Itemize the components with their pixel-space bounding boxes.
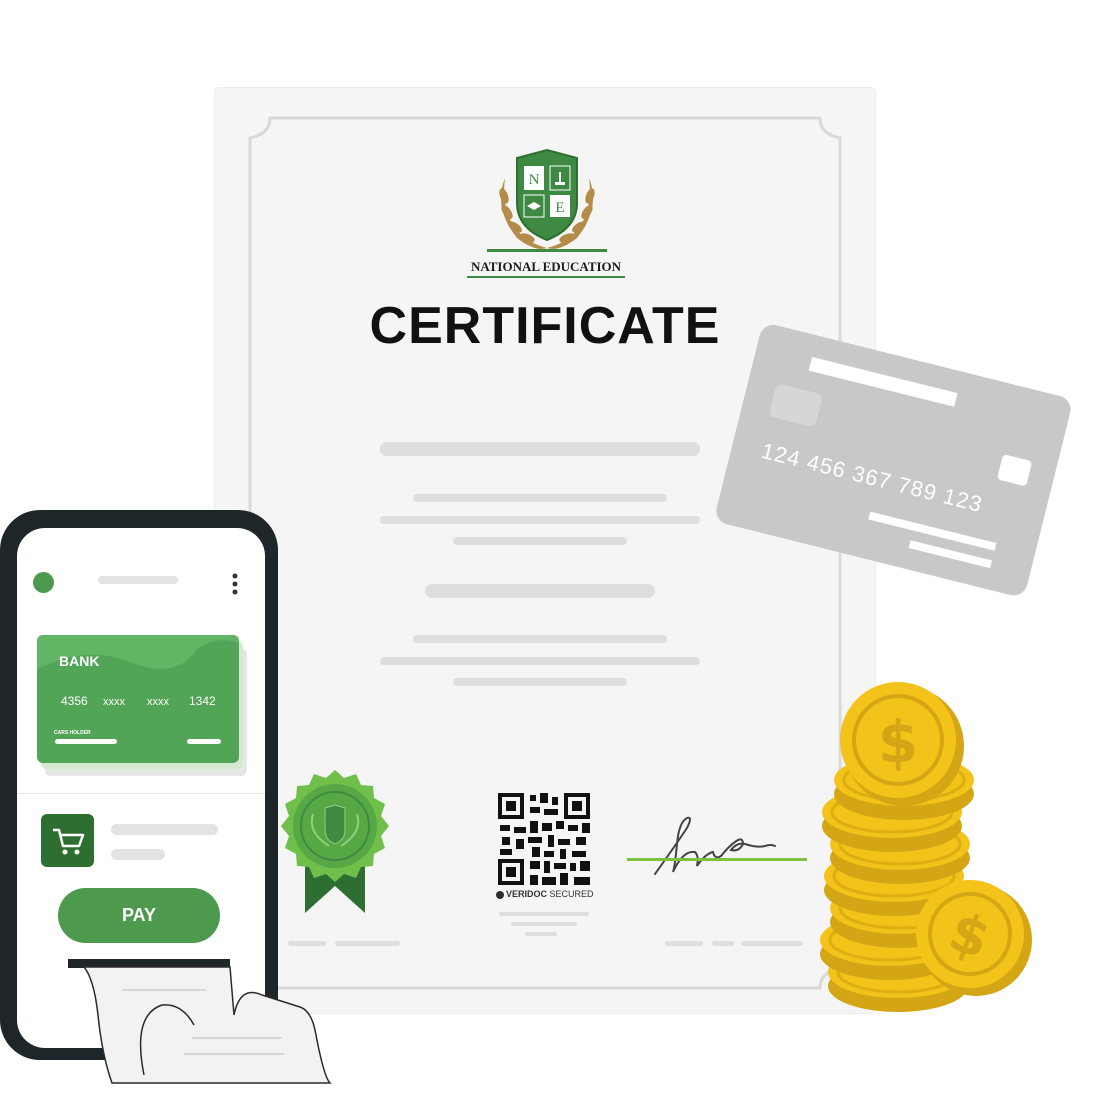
bank-name: BANK: [59, 653, 100, 669]
card-number-group: xxxx: [147, 696, 169, 708]
national-education-logo: N E: [487, 148, 607, 252]
logo-underline: [467, 276, 625, 278]
text-line: [413, 494, 667, 502]
svg-text:$: $: [878, 708, 918, 776]
award-rosette-icon: [281, 770, 389, 913]
qr-code-icon: [498, 793, 590, 885]
text-line: [665, 941, 703, 946]
bank-card[interactable]: BANK 4356 xxxx xxxx 1342 CARS HOLDER: [37, 635, 239, 763]
more-vertical-icon[interactable]: [227, 568, 247, 598]
pay-button[interactable]: PAY: [58, 888, 220, 943]
text-line: [288, 941, 326, 946]
card-line: [55, 739, 117, 744]
qr-caption-light: SECURED: [549, 889, 594, 899]
qr-caption-bold: VERIDOC: [506, 889, 548, 899]
veridoc-badge-icon: [496, 890, 504, 899]
receipt: [68, 959, 332, 1084]
header-placeholder: [98, 576, 178, 584]
item-placeholder: [111, 824, 218, 835]
card-holder-label: CARS HOLDER: [54, 730, 91, 736]
card-chip-icon: [768, 383, 824, 428]
qr-caption: VERIDOC SECURED: [496, 889, 596, 899]
text-line: [511, 922, 577, 926]
text-line: [525, 932, 557, 936]
text-line: [380, 516, 700, 524]
shopping-cart-icon: [53, 828, 85, 855]
coin-stack: $ $: [818, 682, 1032, 1014]
app-status-dot: [33, 572, 54, 593]
signature-icon: [627, 816, 807, 875]
card-logo-square: [996, 454, 1033, 487]
card-number-group: 1342: [189, 694, 216, 708]
card-number-group: xxxx: [103, 696, 125, 708]
card-number: 124 456 367 789 123: [758, 437, 986, 518]
text-line: [335, 941, 400, 946]
text-line: [380, 442, 700, 456]
text-line: [712, 941, 734, 946]
card-stripe: [808, 356, 958, 407]
divider: [17, 793, 265, 794]
text-line: [453, 537, 627, 545]
text-line: [453, 678, 627, 686]
text-line: [499, 912, 589, 916]
svg-text:N: N: [529, 172, 540, 188]
logo-caption: NATIONAL EDUCATION: [470, 259, 622, 274]
card-number-group: 4356: [61, 694, 88, 708]
svg-text:E: E: [555, 200, 564, 216]
text-line: [425, 584, 655, 598]
text-line: [380, 657, 700, 665]
certificate: N E NATIONAL EDUCATION CERTIFICATE VERID…: [215, 88, 875, 1013]
cart-button[interactable]: [41, 814, 94, 867]
text-line: [413, 635, 667, 643]
card-line: [187, 739, 221, 744]
item-placeholder: [111, 849, 165, 860]
text-line: [741, 941, 803, 946]
